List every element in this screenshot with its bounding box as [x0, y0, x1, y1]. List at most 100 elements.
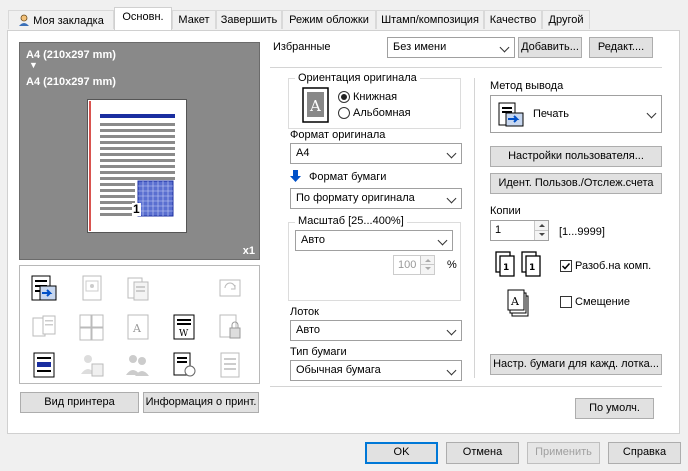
- tab-quality[interactable]: Качество: [484, 10, 542, 29]
- preview-original-size: A4 (210x297 mm): [26, 49, 116, 61]
- paper-size-value: По формату оригинала: [296, 192, 415, 204]
- ok-button[interactable]: OK: [365, 442, 438, 464]
- copies-range: [1...9999]: [559, 226, 605, 238]
- tray-value: Авто: [296, 324, 320, 336]
- tab-finish[interactable]: Завершить: [216, 10, 282, 29]
- preview-page-number: 1: [132, 202, 141, 216]
- preview-paper-size: A4 (210x297 mm): [26, 76, 116, 88]
- output-method-select[interactable]: Печать: [490, 95, 662, 133]
- page-with-blue-icon[interactable]: [30, 350, 58, 380]
- svg-text:A: A: [510, 295, 520, 308]
- orientation-portrait-label: Книжная: [353, 91, 398, 103]
- svg-text:A: A: [132, 322, 142, 335]
- chevron-down-icon: [437, 235, 448, 246]
- tray-label: Лоток: [290, 306, 319, 318]
- users-group-icon[interactable]: [124, 350, 152, 380]
- collate-checkbox[interactable]: [560, 260, 572, 272]
- chevron-down-icon: [646, 108, 657, 119]
- tab-cover-mode[interactable]: Режим обложки: [282, 10, 376, 29]
- defaults-button[interactable]: По умолч.: [575, 398, 654, 419]
- add-favorite-button[interactable]: Добавить...: [518, 37, 582, 58]
- separator: [270, 386, 662, 387]
- stepper-down-icon[interactable]: [420, 265, 434, 274]
- apply-button[interactable]: Применить: [527, 442, 600, 464]
- preview-copies-badge: x1: [242, 245, 255, 257]
- copies-label: Копии: [490, 205, 521, 217]
- text-overlay-icon[interactable]: A: [124, 312, 152, 342]
- tab-label: Режим обложки: [289, 14, 369, 26]
- duplex-icon[interactable]: [30, 312, 58, 342]
- tab-stamp[interactable]: Штамп/композиция: [376, 10, 484, 29]
- portrait-page-icon: A: [302, 87, 329, 123]
- tab-basic[interactable]: Основн.: [114, 7, 172, 30]
- overlay-icon[interactable]: [124, 274, 152, 304]
- paper-type-label: Тип бумаги: [290, 346, 347, 358]
- chevron-down-icon: [446, 365, 457, 376]
- page-settings-icon[interactable]: [170, 350, 198, 380]
- paper-size-select[interactable]: По формату оригинала: [290, 188, 462, 209]
- favorites-select[interactable]: Без имени: [387, 37, 515, 58]
- stamp-page-icon[interactable]: W: [170, 312, 198, 342]
- orientation-landscape-radio[interactable]: [338, 107, 350, 119]
- collate-label: Разоб.на комп.: [575, 260, 652, 272]
- preview-arrow: ▼: [29, 60, 38, 70]
- stepper-up-icon[interactable]: [534, 221, 548, 231]
- cancel-button[interactable]: Отмена: [446, 442, 519, 464]
- zoom-select[interactable]: Авто: [295, 230, 453, 251]
- tab-strip: Моя закладка Основн. Макет Завершить Реж…: [8, 7, 688, 30]
- original-size-value: A4: [296, 147, 310, 159]
- orientation-title: Ориентация оригинала: [295, 72, 420, 84]
- tab-label: Макет: [178, 14, 210, 26]
- orientation-landscape-label: Альбомная: [353, 107, 411, 119]
- favorites-value: Без имени: [393, 41, 447, 53]
- paper-size-label: Формат бумаги: [309, 171, 387, 183]
- copies-value: 1: [495, 224, 502, 236]
- paper-type-value: Обычная бумага: [296, 364, 381, 376]
- svg-text:A: A: [309, 97, 321, 115]
- user-auth-button[interactable]: Идент. Пользов./Отслеж.счета: [490, 173, 662, 194]
- separator: [270, 67, 662, 68]
- tab-other[interactable]: Другой: [542, 10, 590, 29]
- tab-my-bookmark[interactable]: Моя закладка: [8, 10, 114, 29]
- booklet-icon[interactable]: [78, 312, 106, 342]
- tab-layout[interactable]: Макет: [172, 10, 216, 29]
- chevron-down-icon: [446, 148, 457, 159]
- stepper-up-icon[interactable]: [420, 256, 434, 265]
- chevron-down-icon: [446, 325, 457, 336]
- offset-icon: A: [507, 289, 529, 317]
- column-separator: [474, 78, 475, 378]
- paper-type-select[interactable]: Обычная бумага: [290, 360, 462, 381]
- print-preview: A4 (210x297 mm) ▼ A4 (210x297 mm) 1 x1: [19, 42, 260, 260]
- help-button[interactable]: Справка: [608, 442, 681, 464]
- zoom-percent-value: 100: [398, 259, 417, 271]
- tab-label: Основн.: [122, 11, 164, 23]
- user-settings-button[interactable]: Настройки пользователя...: [490, 146, 662, 167]
- tray-select[interactable]: Авто: [290, 320, 462, 341]
- zoom-percent-stepper[interactable]: 100: [393, 255, 435, 275]
- user-settings-icon[interactable]: [78, 350, 106, 380]
- tab-label: Качество: [489, 14, 537, 26]
- output-method-label: Метод вывода: [490, 80, 564, 92]
- zoom-percent-unit: %: [447, 259, 457, 271]
- orientation-portrait-radio[interactable]: [338, 91, 350, 103]
- paper-per-tray-button[interactable]: Настр. бумаги для кажд. лотка...: [490, 354, 662, 375]
- original-size-label: Формат оригинала: [290, 129, 386, 141]
- print-output-icon[interactable]: [30, 274, 58, 304]
- svg-text:W: W: [179, 329, 189, 339]
- printer-view-button[interactable]: Вид принтера: [20, 392, 139, 413]
- zoom-value: Авто: [301, 234, 325, 246]
- copies-stepper[interactable]: 1: [490, 220, 549, 241]
- stepper-down-icon[interactable]: [534, 230, 548, 240]
- function-icon-panel: A W: [19, 265, 260, 384]
- watermark-icon[interactable]: [78, 274, 106, 304]
- secure-print-icon[interactable]: [216, 312, 244, 342]
- offset-checkbox[interactable]: [560, 296, 572, 308]
- edit-favorite-button[interactable]: Редакт....: [589, 37, 653, 58]
- preview-page: 1: [87, 99, 187, 233]
- svg-text:1: 1: [529, 263, 535, 273]
- checkmark-icon: [561, 262, 571, 270]
- original-size-select[interactable]: A4: [290, 143, 462, 164]
- rotate-page-icon[interactable]: [216, 274, 244, 304]
- printer-info-button[interactable]: Информация о принт.: [143, 392, 259, 413]
- document-list-icon[interactable]: [216, 350, 244, 380]
